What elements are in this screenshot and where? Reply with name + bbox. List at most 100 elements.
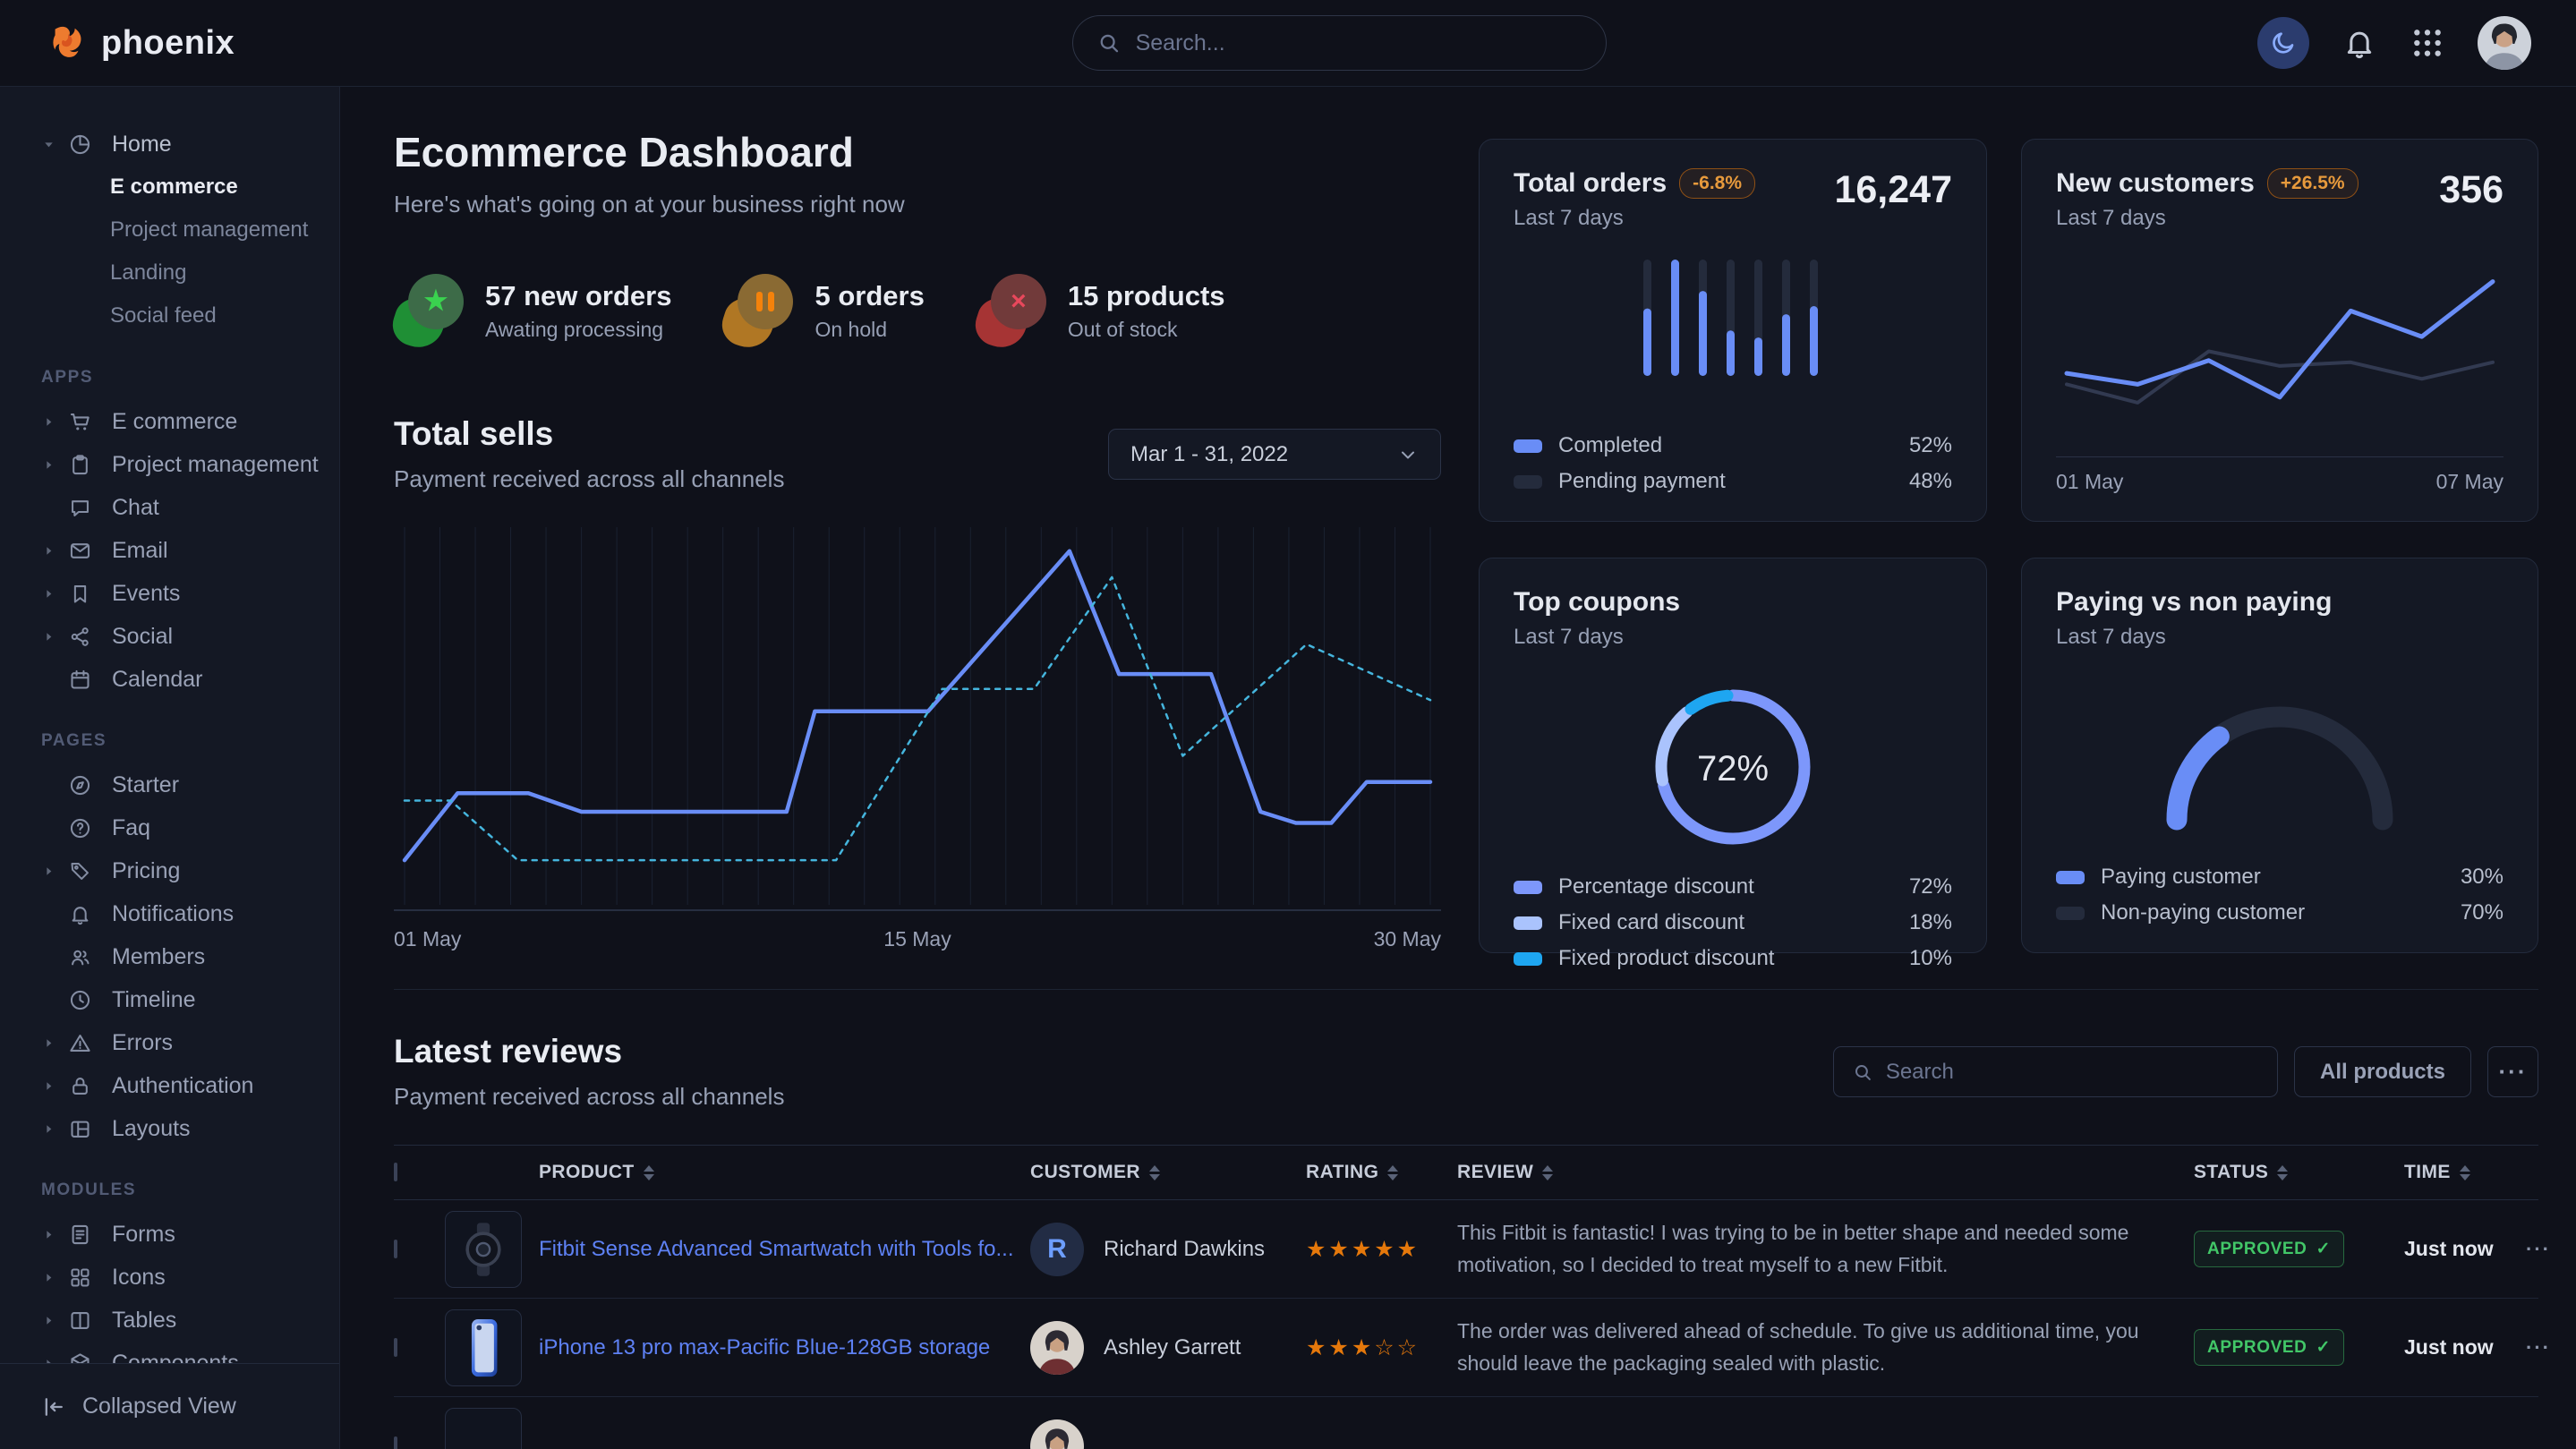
apps-menu-button[interactable] [2410,25,2445,61]
trend-badge: +26.5% [2267,168,2358,199]
sidebar-item-calendar[interactable]: Calendar [41,658,339,701]
card-title: Paying vs non paying [2056,587,2332,617]
product-thumbnail[interactable] [445,1211,522,1288]
caret-right-icon [41,629,63,644]
sidebar-item-label: Events [112,581,180,607]
legend-value: 70% [2461,900,2503,925]
caret-right-icon [41,1356,63,1364]
all-products-button[interactable]: All products [2294,1046,2471,1097]
sidebar-item-project-management[interactable]: Project management [41,443,339,486]
new-customers-card: New customers+26.5% Last 7 days 356 01 M… [2021,139,2538,522]
row-checkbox[interactable] [394,1436,397,1449]
reviews-search-input[interactable] [1886,1060,2259,1085]
sidebar-item-icons[interactable]: Icons [41,1256,339,1299]
legend-label: Fixed product discount [1558,946,1774,971]
product-thumbnail[interactable] [445,1309,522,1386]
sidebar-item-components[interactable]: Components [41,1342,339,1363]
sidebar-item-home[interactable]: Home [41,123,339,166]
product-link[interactable]: iPhone 13 pro max-Pacific Blue-128GB sto… [539,1335,1030,1360]
notifications-button[interactable] [2341,25,2377,61]
sidebar-item-starter[interactable]: Starter [41,763,339,806]
select-all-checkbox[interactable] [394,1163,397,1181]
reviews-title: Latest reviews [394,1033,784,1070]
chevron-down-icon [1397,444,1419,465]
sidebar-item-forms[interactable]: Forms [41,1213,339,1256]
caret-right-icon [41,543,63,558]
legend-row: Completed 52% [1514,433,1952,458]
brand-logo[interactable]: phoenix [47,22,235,64]
sidebar-item-events[interactable]: Events [41,572,339,615]
date-range-select[interactable]: Mar 1 - 31, 2022 [1108,429,1441,480]
row-more-icon[interactable]: ··· [2526,1336,2540,1360]
total-sells-chart: 01 May 15 May 30 May [394,520,1441,951]
product-link[interactable]: Fitbit Sense Advanced Smartwatch with To… [539,1237,1030,1262]
column-header-status[interactable]: STATUS [2194,1162,2404,1183]
sidebar-section-label: MODULES [41,1181,339,1200]
sidebar-item-label: Faq [112,815,150,841]
caret-right-icon [41,864,63,879]
sidebar-item-faq[interactable]: Faq [41,806,339,849]
components-icon [68,1351,97,1364]
reviews-search[interactable] [1833,1046,2278,1097]
lock-icon [68,1074,97,1098]
stat-value: 57 new orders [485,280,671,312]
row-checkbox[interactable] [394,1240,397,1258]
table-body: Fitbit Sense Advanced Smartwatch with To… [394,1200,2538,1449]
row-checkbox[interactable] [394,1338,397,1357]
product-thumbnail[interactable] [445,1408,522,1449]
sidebar-item-layouts[interactable]: Layouts [41,1107,339,1150]
sidebar-item-e-commerce[interactable]: E commerce [41,166,339,209]
customer-cell[interactable]: Ashley Garrett [1030,1321,1306,1375]
legend-label: Percentage discount [1558,874,1754,899]
sidebar-item-label: Errors [112,1030,173,1056]
column-header-customer[interactable]: CUSTOMER [1030,1162,1306,1183]
column-header-review[interactable]: REVIEW [1457,1162,2194,1183]
sidebar-item-notifications[interactable]: Notifications [41,892,339,935]
global-search-input[interactable] [1136,30,1582,56]
sidebar-item-errors[interactable]: Errors [41,1021,339,1064]
bell-icon [2341,25,2377,61]
legend-swatch [2056,907,2085,920]
reviews-table: PRODUCTCUSTOMERRATINGREVIEWSTATUSTIME Fi… [394,1145,2538,1449]
sidebar-item-social[interactable]: Social [41,615,339,658]
sidebar-item-chat[interactable]: Chat [41,486,339,529]
stat-value: 15 products [1068,280,1225,312]
legend-swatch [1514,952,1542,966]
compass-icon [68,773,97,797]
sidebar-item-email[interactable]: Email [41,529,339,572]
sort-icon [644,1165,654,1181]
rating-stars: ★★★☆☆ [1306,1334,1457,1361]
pause-icon [723,274,793,347]
sidebar-item-label: Forms [112,1222,175,1248]
collapse-sidebar-button[interactable]: Collapsed View [0,1363,339,1449]
sidebar-item-landing[interactable]: Landing [41,251,339,294]
sidebar-item-authentication[interactable]: Authentication [41,1064,339,1107]
sidebar-item-pricing[interactable]: Pricing [41,849,339,892]
card-period: Last 7 days [2056,206,2358,231]
envelope-icon [68,539,97,563]
sidebar-item-label: Chat [112,495,159,521]
sidebar-item-project-management[interactable]: Project management [41,209,339,251]
column-header-rating[interactable]: RATING [1306,1162,1457,1183]
dark-mode-toggle[interactable] [2257,17,2309,69]
legend-swatch [1514,439,1542,453]
chat-icon [68,496,97,520]
sidebar-item-members[interactable]: Members [41,935,339,978]
column-header-product[interactable]: PRODUCT [539,1162,1030,1183]
user-avatar[interactable] [2478,16,2531,70]
more-options-button[interactable]: ··· [2487,1046,2538,1097]
new-customers-value: 356 [2439,168,2503,212]
sidebar-item-label: Components [112,1351,239,1364]
sidebar-item-timeline[interactable]: Timeline [41,978,339,1021]
card-title: Total orders [1514,168,1667,198]
sidebar: Home E commerceProject managementLanding… [0,87,340,1449]
caret-down-icon [41,137,63,152]
sidebar-item-tables[interactable]: Tables [41,1299,339,1342]
sidebar-item-e-commerce[interactable]: E commerce [41,400,339,443]
sidebar-item-social-feed[interactable]: Social feed [41,294,339,337]
global-search[interactable] [1072,15,1607,71]
column-header-time[interactable]: TIME [2404,1162,2526,1183]
customer-cell[interactable]: RRichard Dawkins [1030,1223,1306,1276]
row-more-icon[interactable]: ··· [2526,1238,2540,1261]
sidebar-section-label: PAGES [41,731,339,751]
